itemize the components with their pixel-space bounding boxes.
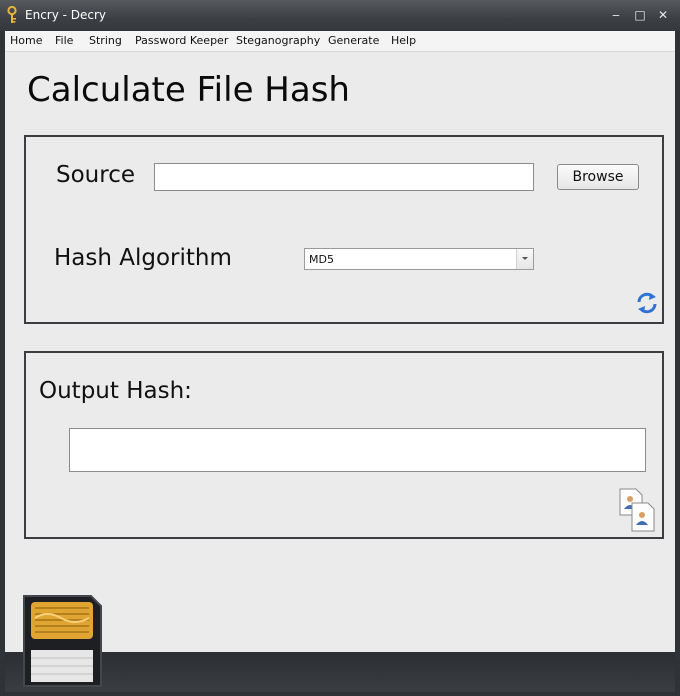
close-button[interactable]: ✕ — [653, 6, 673, 24]
hash-algorithm-label: Hash Algorithm — [54, 245, 232, 271]
hash-algorithm-value: MD5 — [309, 253, 334, 266]
chevron-down-icon[interactable] — [516, 249, 533, 269]
input-panel: Source Browse Hash Algorithm MD5 — [24, 135, 664, 324]
footer-bar — [5, 652, 675, 692]
menu-help[interactable]: Help — [391, 34, 416, 47]
refresh-icon[interactable] — [635, 291, 659, 315]
copy-documents-icon[interactable] — [618, 487, 658, 533]
key-icon — [7, 6, 17, 23]
menu-home[interactable]: Home — [10, 34, 42, 47]
minimize-button[interactable]: ‒ — [606, 6, 626, 24]
output-panel: Output Hash: — [24, 351, 664, 539]
hash-algorithm-select[interactable]: MD5 — [304, 248, 534, 270]
source-label: Source — [56, 162, 135, 188]
app-window: Encry - Decry ‒ □ ✕ Home File String Pas… — [0, 0, 680, 696]
menu-bar: Home File String Password Keeper Stegano… — [5, 31, 675, 52]
menu-password-keeper[interactable]: Password Keeper — [135, 34, 228, 47]
menu-generate[interactable]: Generate — [328, 34, 379, 47]
window-title: Encry - Decry — [25, 8, 107, 22]
source-input[interactable] — [154, 163, 534, 191]
menu-string[interactable]: String — [89, 34, 122, 47]
main-content: Calculate File Hash Source Browse Hash A… — [5, 52, 675, 652]
page-title: Calculate File Hash — [27, 70, 350, 110]
menu-steganography[interactable]: Steganography — [236, 34, 320, 47]
output-hash-label: Output Hash: — [39, 378, 192, 404]
maximize-button[interactable]: □ — [630, 6, 650, 24]
title-bar[interactable]: Encry - Decry ‒ □ ✕ — [0, 0, 680, 31]
menu-file[interactable]: File — [55, 34, 73, 47]
browse-button[interactable]: Browse — [557, 164, 639, 190]
output-hash-field[interactable] — [69, 428, 646, 472]
memory-card-icon — [23, 595, 102, 687]
